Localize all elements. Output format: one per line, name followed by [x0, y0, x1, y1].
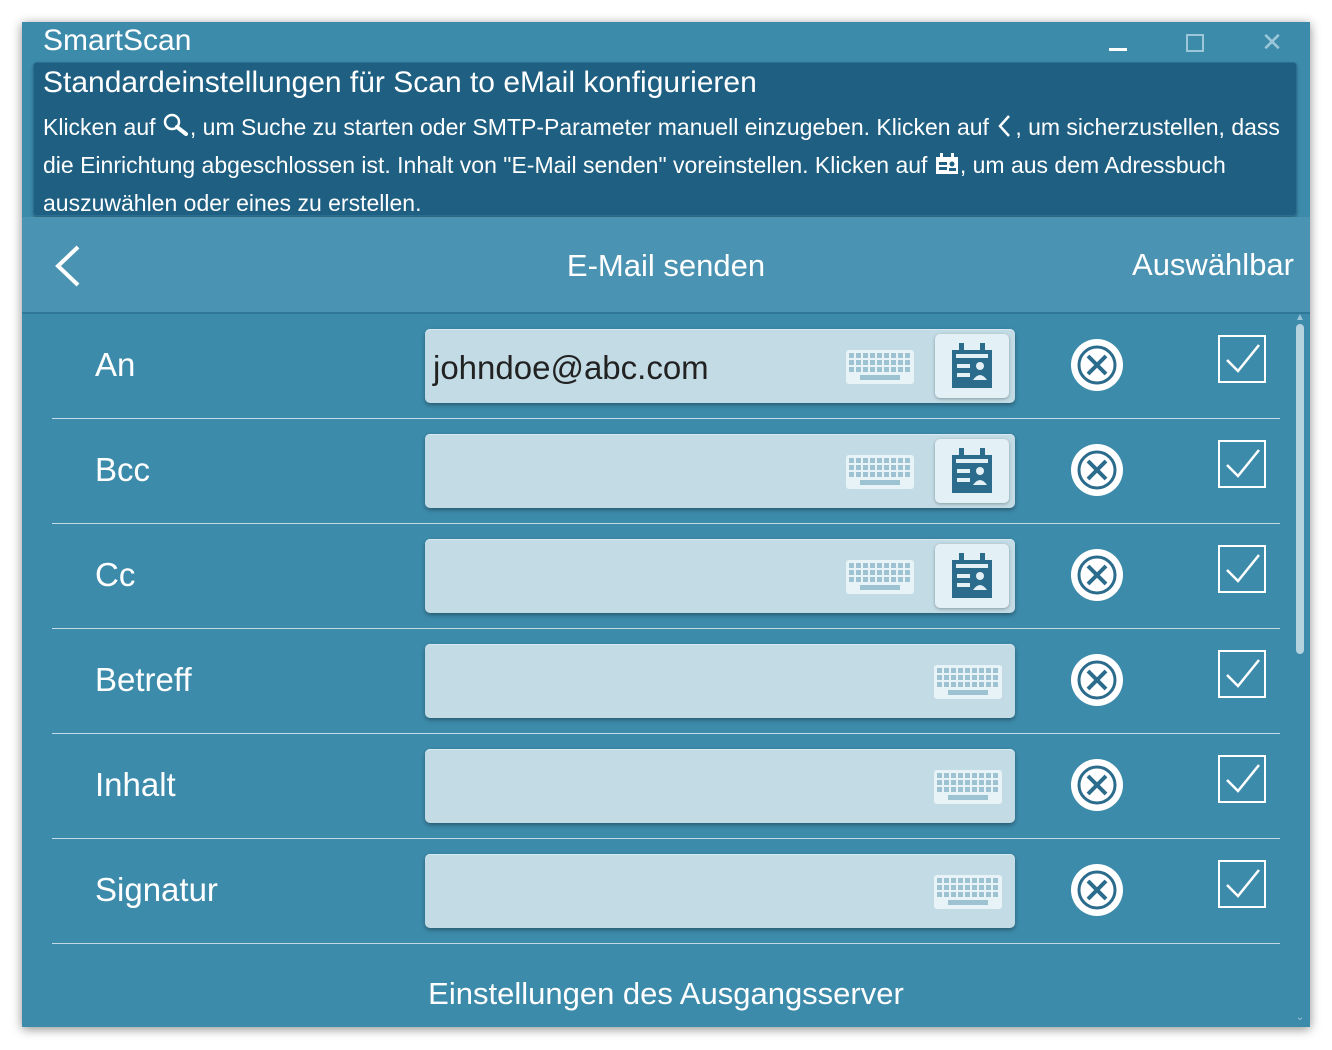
maximize-button[interactable]	[1178, 26, 1210, 58]
an-input[interactable]: johndoe@abc.com	[425, 329, 1015, 403]
clear-button[interactable]	[1070, 338, 1124, 392]
address-book-icon	[934, 151, 960, 186]
scroll-down-arrow[interactable]: ⌄	[1295, 1013, 1305, 1023]
signatur-input[interactable]	[425, 854, 1015, 928]
info-title: Standardeinstellungen für Scan to eMail …	[43, 66, 757, 99]
address-book-button[interactable]	[935, 439, 1009, 503]
title-bar: SmartScan ✕	[22, 22, 1310, 62]
selectable-checkbox[interactable]	[1218, 545, 1266, 593]
keyboard-icon[interactable]	[845, 559, 915, 595]
minimize-button[interactable]	[1102, 26, 1134, 58]
selectable-checkbox[interactable]	[1218, 335, 1266, 383]
smartscan-window: SmartScan ✕ Standardeinstellungen für Sc…	[22, 22, 1310, 1027]
clear-x-icon	[1070, 339, 1124, 396]
scroll-thumb[interactable]	[1296, 324, 1304, 654]
clear-x-icon	[1070, 759, 1124, 816]
selectable-checkbox[interactable]	[1218, 440, 1266, 488]
clear-x-icon	[1070, 864, 1124, 921]
search-icon	[162, 112, 190, 148]
clear-button[interactable]	[1070, 443, 1124, 497]
clear-button[interactable]	[1070, 653, 1124, 707]
info-panel: Standardeinstellungen für Scan to eMail …	[33, 62, 1297, 216]
clear-x-icon	[1070, 654, 1124, 711]
clear-x-icon	[1070, 549, 1124, 606]
setting-row-signatur: Signatur	[52, 839, 1280, 944]
row-label: Betreff	[95, 661, 192, 698]
keyboard-icon[interactable]	[933, 664, 1003, 700]
keyboard-icon[interactable]	[933, 769, 1003, 805]
scrollbar[interactable]: ▲ ⌄	[1294, 313, 1306, 1024]
clear-x-icon	[1070, 444, 1124, 501]
keyboard-icon[interactable]	[845, 349, 915, 385]
chevron-left-icon	[995, 113, 1015, 148]
info-text-part-1: Klicken auf	[43, 114, 162, 140]
setting-row-an: An johndoe@abc.com	[52, 314, 1280, 419]
close-button[interactable]: ✕	[1256, 26, 1288, 58]
row-label: Bcc	[95, 451, 151, 488]
scroll-up-arrow[interactable]: ▲	[1295, 313, 1305, 323]
setting-row-inhalt: Inhalt	[52, 734, 1280, 839]
field-value[interactable]: johndoe@abc.com	[433, 349, 709, 387]
bcc-input[interactable]	[425, 434, 1015, 508]
selectable-label: Auswählbar	[1132, 247, 1294, 282]
row-label: Cc	[95, 556, 136, 593]
info-text-part-2: , um Suche zu starten oder SMTP-Paramete…	[189, 114, 996, 140]
keyboard-icon[interactable]	[933, 874, 1003, 910]
app-title: SmartScan	[43, 24, 192, 57]
info-text: Klicken auf , um Suche zu starten oder S…	[43, 110, 1287, 221]
address-book-button[interactable]	[935, 334, 1009, 398]
inhalt-input[interactable]	[425, 749, 1015, 823]
cc-input[interactable]	[425, 539, 1015, 613]
section-header: E-Mail senden Auswählbar	[22, 217, 1310, 312]
settings-list: An johndoe@abc.com Bcc Cc Betreff Inhalt Signa…	[52, 314, 1280, 944]
row-label: Inhalt	[95, 766, 176, 803]
outgoing-server-settings-title[interactable]: Einstellungen des Ausgangsserver	[22, 976, 1310, 1012]
setting-row-cc: Cc	[52, 524, 1280, 629]
clear-button[interactable]	[1070, 548, 1124, 602]
setting-row-betreff: Betreff	[52, 629, 1280, 734]
row-label: Signatur	[95, 871, 218, 908]
clear-button[interactable]	[1070, 863, 1124, 917]
address-book-button[interactable]	[935, 544, 1009, 608]
header-title: E-Mail senden	[566, 248, 766, 283]
selectable-checkbox[interactable]	[1218, 650, 1266, 698]
selectable-checkbox[interactable]	[1218, 860, 1266, 908]
setting-row-bcc: Bcc	[52, 419, 1280, 524]
clear-button[interactable]	[1070, 758, 1124, 812]
selectable-checkbox[interactable]	[1218, 755, 1266, 803]
row-label: An	[95, 346, 136, 383]
keyboard-icon[interactable]	[845, 454, 915, 490]
betreff-input[interactable]	[425, 644, 1015, 718]
